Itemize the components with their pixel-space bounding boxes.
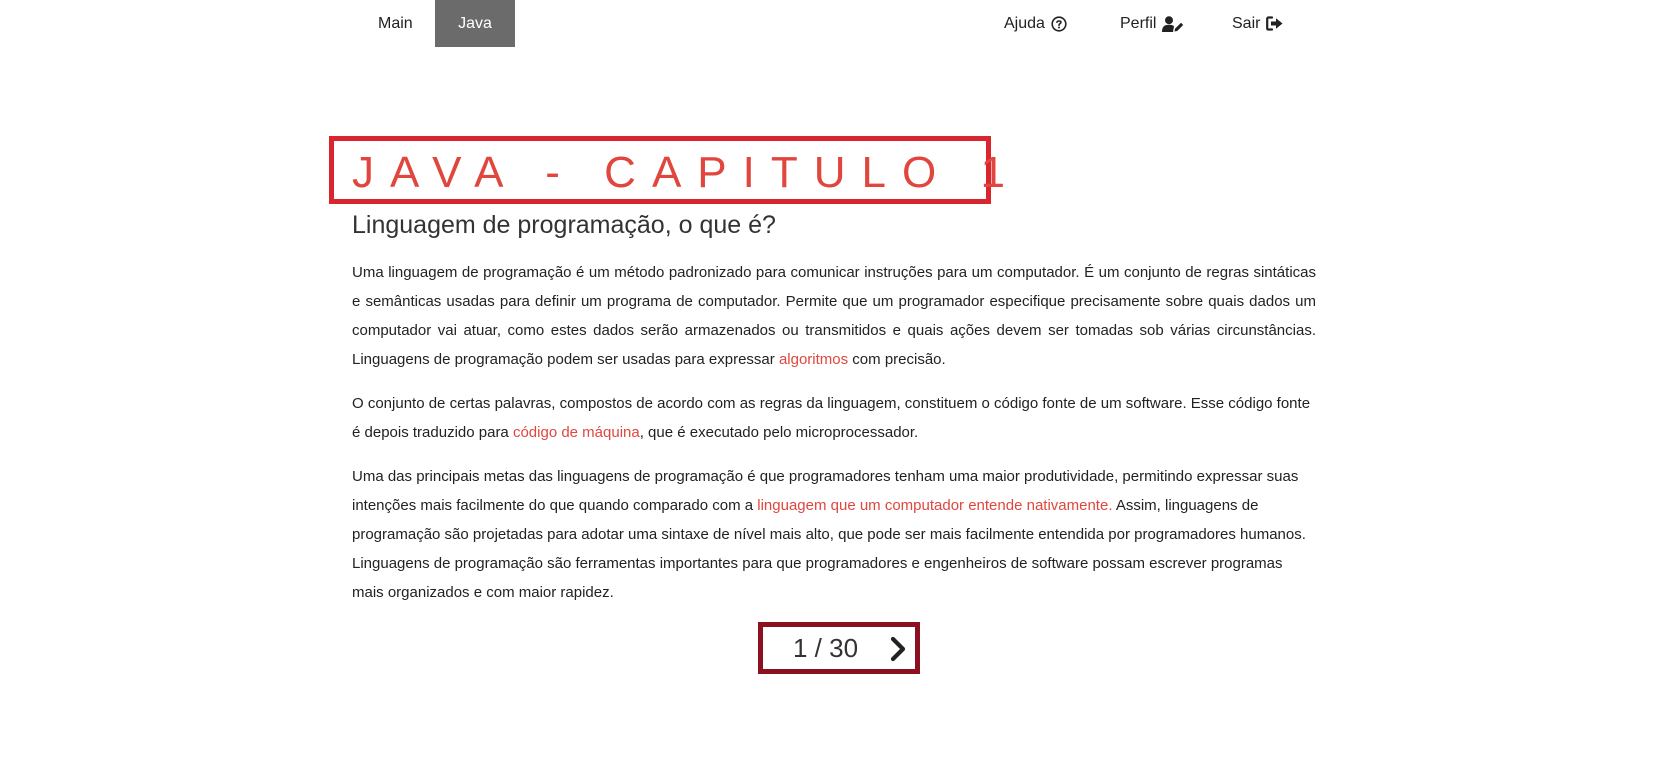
linguagem-nativa-link[interactable]: linguagem que um computador entende nati…	[757, 497, 1112, 514]
page-indicator: 1 / 30	[793, 633, 859, 663]
chapter-content: Uma linguagem de programação é um método…	[352, 258, 1316, 622]
paragraph-1-text-b: com precisão.	[848, 351, 946, 368]
ajuda-link[interactable]: Ajuda	[1004, 0, 1120, 47]
next-page-button[interactable]	[887, 635, 909, 663]
top-nav: Main Java Ajuda Perfil Sair	[0, 0, 1660, 47]
chapter-title: JAVA - CAPITULO 1	[352, 148, 1021, 197]
chevron-right-icon	[890, 636, 906, 662]
question-circle-icon	[1051, 15, 1067, 32]
perfil-link[interactable]: Perfil	[1120, 0, 1232, 47]
paragraph-3: Uma das principais metas das linguagens …	[352, 462, 1316, 607]
perfil-label: Perfil	[1120, 14, 1157, 32]
sair-label: Sair	[1232, 14, 1261, 32]
paragraph-2-text-b: , que é executado pelo microprocessador.	[639, 424, 919, 441]
paragraph-1: Uma linguagem de programação é um método…	[352, 258, 1316, 374]
page: Main Java Ajuda Perfil Sair JAVA - CAPIT…	[0, 0, 1660, 773]
user-edit-icon	[1162, 15, 1184, 32]
nav-left: Main Java	[352, 0, 515, 47]
algoritmos-link[interactable]: algoritmos	[779, 351, 848, 368]
paragraph-2: O conjunto de certas palavras, compostos…	[352, 389, 1316, 447]
nav-right: Ajuda Perfil Sair	[1004, 0, 1292, 47]
nav-item-java[interactable]: Java	[435, 0, 515, 47]
ajuda-label: Ajuda	[1004, 14, 1045, 32]
section-subtitle: Linguagem de programação, o que é?	[352, 211, 776, 239]
codigo-de-maquina-link[interactable]: código de máquina	[513, 424, 640, 441]
sair-link[interactable]: Sair	[1232, 0, 1292, 47]
pagination: 1 / 30	[758, 622, 920, 674]
sign-out-icon	[1266, 16, 1283, 31]
nav-item-main[interactable]: Main	[352, 0, 435, 47]
